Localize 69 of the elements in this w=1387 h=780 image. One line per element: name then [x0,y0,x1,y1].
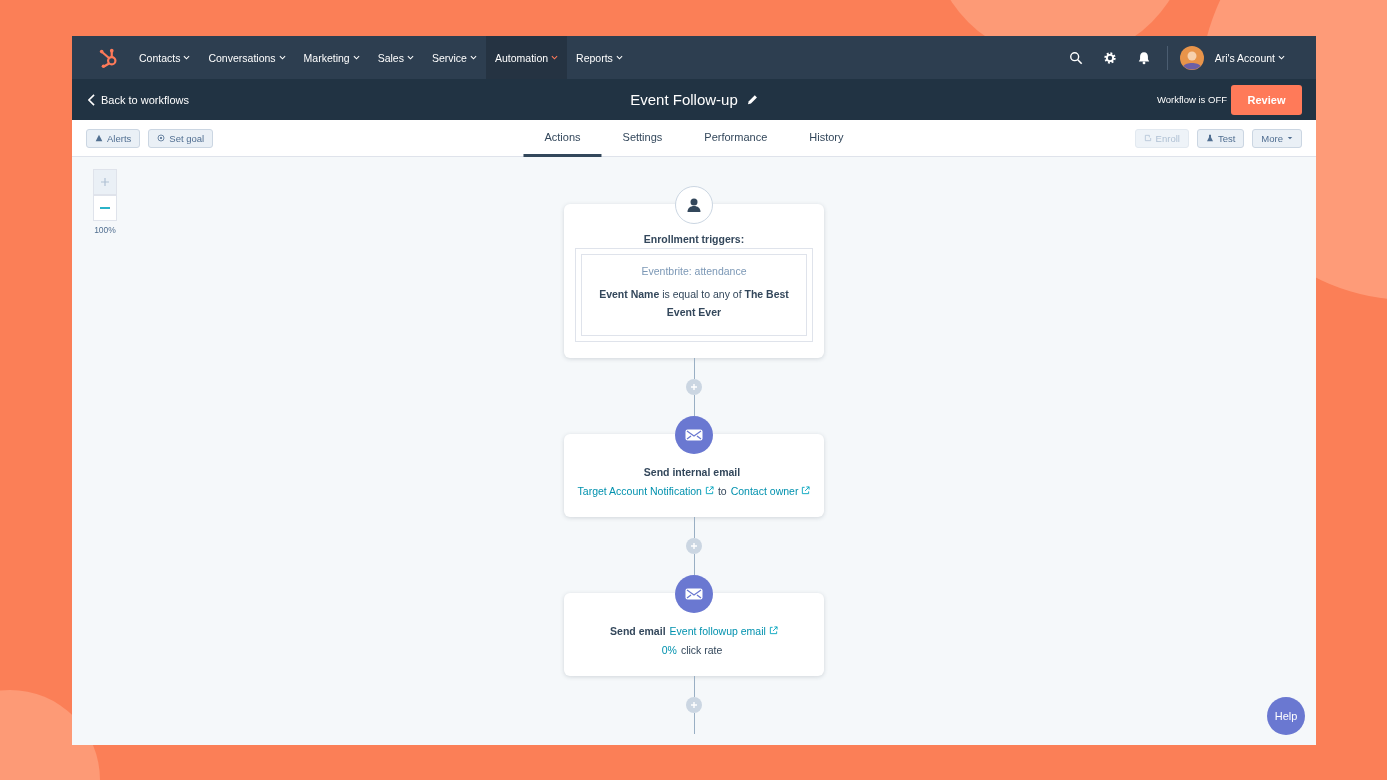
back-link[interactable]: Back to workflows [88,93,190,106]
action-text: to [717,485,727,497]
warning-icon [95,134,103,142]
add-action-button[interactable] [686,538,702,554]
toolbar-button[interactable]: Test [1196,128,1245,148]
link[interactable]: Target Account Notification [577,485,702,497]
action-card[interactable]: Send email Event followup email 0% click rate [564,593,824,676]
person-icon [675,186,713,224]
caret-icon [406,55,414,60]
external-link-icon[interactable] [768,626,778,635]
tab[interactable]: Performance [683,120,789,157]
caret-icon [1278,55,1285,60]
trigger-filter[interactable]: Eventbrite: attendance Event Name is equal to any of The Best Event Ever [581,254,807,336]
flask-icon [1205,134,1214,142]
search-icon[interactable] [1068,50,1083,65]
nav-menu-item[interactable]: Reports [567,36,632,79]
envelope-icon [675,575,713,613]
pencil-icon[interactable] [745,93,758,106]
action-text: click rate [680,644,723,656]
action-title: Send internal email [643,466,741,478]
tab[interactable]: Settings [601,120,684,157]
zoom-out-button[interactable] [93,195,117,221]
nav-menu-item[interactable]: Marketing [294,36,369,79]
add-action-button[interactable] [686,697,702,713]
account-menu[interactable]: Ari's Account [1205,36,1294,79]
action-title: Send email [610,625,666,637]
link[interactable]: Contact owner [730,485,799,497]
toolbar-button[interactable]: Alerts [86,128,141,148]
toolbar-button[interactable]: More [1252,128,1302,148]
enroll-icon [1143,134,1152,142]
nav-menu-item[interactable]: Automation [485,36,568,79]
target-icon [157,134,166,142]
caret-icon [551,55,559,60]
workflow-title: Event Follow-up [630,91,738,108]
trigger-card[interactable]: Enrollment triggers: Eventbrite: attendance Event Name is equal to any of The Best Event Ever [564,204,824,358]
plus-icon [690,542,698,550]
nav-menu-item[interactable]: Sales [368,36,423,79]
trigger-source: Eventbrite: attendance [640,265,748,277]
toolbar-button[interactable]: Set goal [148,128,214,148]
chevron-left-icon [88,93,95,106]
plus-icon [690,383,698,391]
notification-bell-icon[interactable] [1136,50,1151,65]
workflow-status: Workflow is OFF [1156,94,1227,105]
add-action-button[interactable] [686,379,702,395]
zoom-level: 100% [94,225,116,235]
external-link-icon[interactable] [704,486,714,495]
avatar-icon [1179,45,1204,70]
action-card[interactable]: Send internal email Target Account Notification to Contact owner [564,434,824,517]
nav-menu-item[interactable]: Service [422,36,486,79]
envelope-icon [675,416,713,454]
help-button[interactable]: Help [1267,697,1305,735]
caret-icon [352,55,360,60]
plus-icon [690,701,698,709]
nav-menu-item[interactable]: Conversations [199,36,295,79]
link[interactable]: Event followup email [669,625,766,637]
card-title: Enrollment triggers: [642,233,746,245]
caret-icon [1287,136,1293,140]
tab[interactable]: History [788,120,865,157]
tab[interactable]: Actions [523,120,602,157]
settings-icon[interactable] [1102,50,1117,65]
caret-icon [615,55,623,60]
external-link-icon[interactable] [801,486,811,495]
trigger-condition: Event Name is equal to any of The Best Event Ever [598,287,790,320]
caret-icon [469,55,477,60]
caret-icon [183,55,191,60]
nav-menu-item[interactable]: Contacts [130,36,200,79]
plus-icon [100,177,110,187]
stat-link[interactable]: 0% [661,644,677,656]
caret-icon [278,55,286,60]
